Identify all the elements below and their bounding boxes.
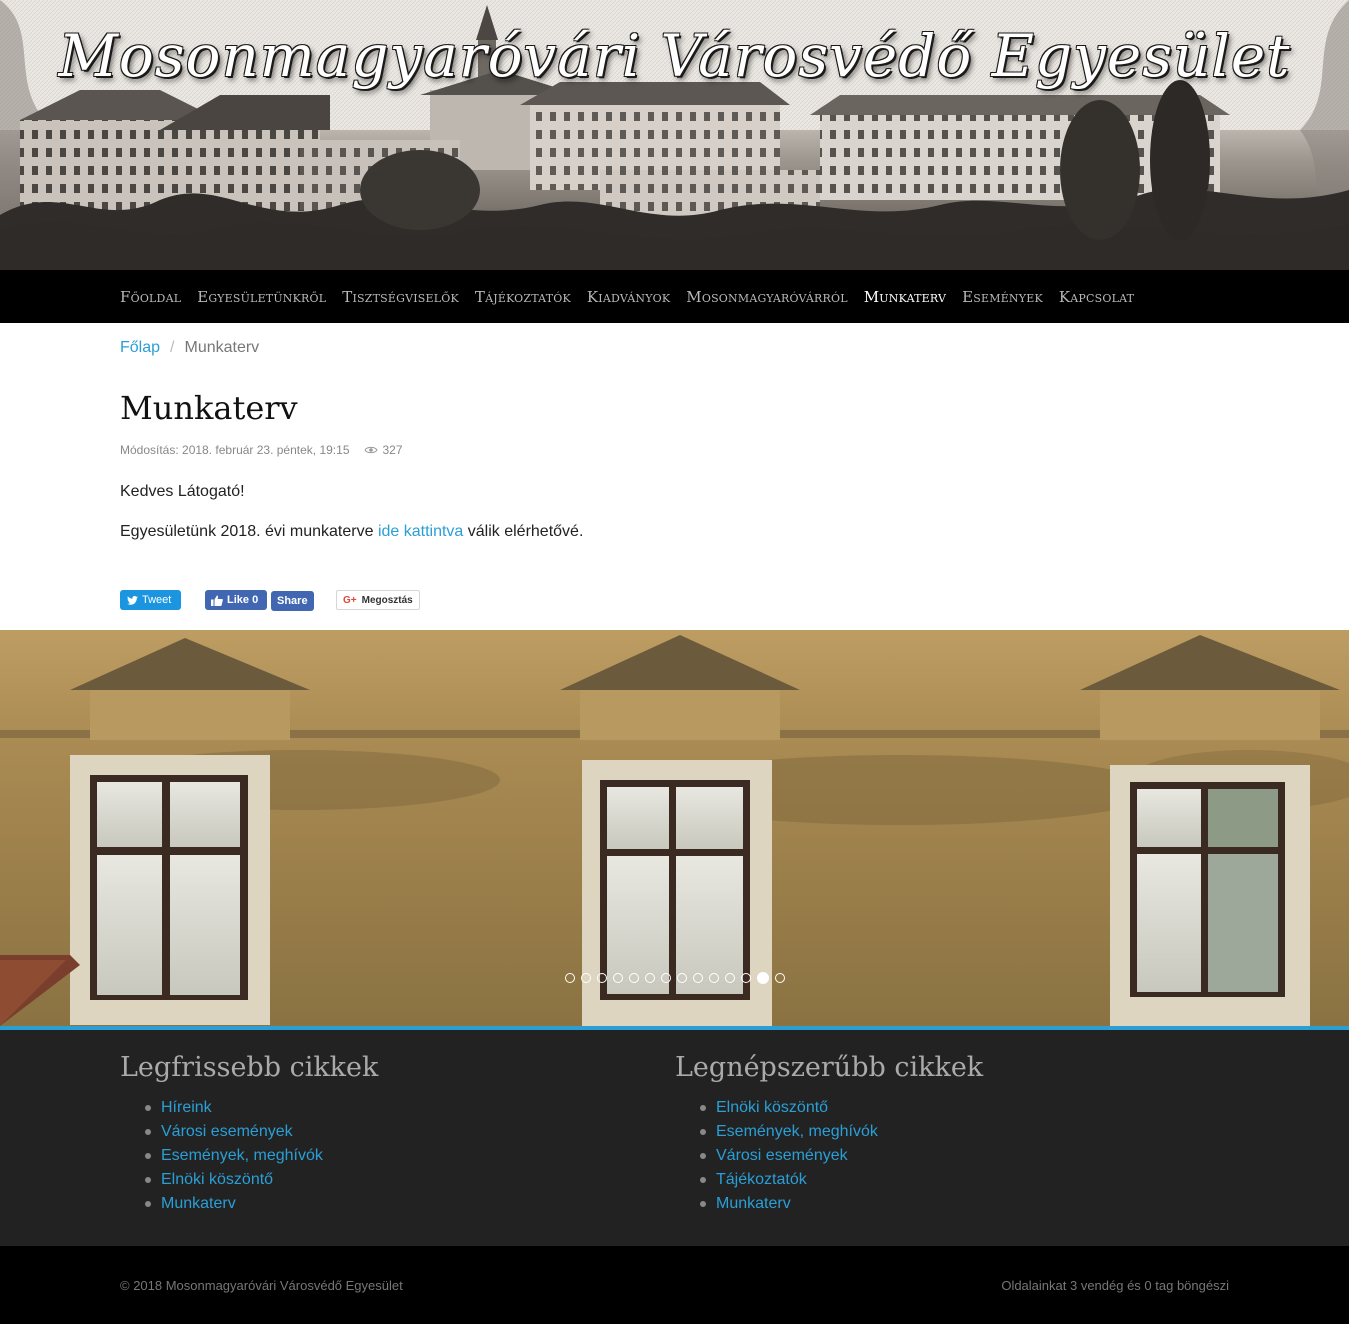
- site-title[interactable]: Mosonmagyaróvári Városvédő Egyesület: [0, 22, 1349, 90]
- bullet-icon: [145, 1177, 151, 1183]
- carousel-indicator-dot[interactable]: [741, 973, 751, 983]
- popular-article-link[interactable]: Városi események: [716, 1147, 848, 1165]
- bullet-icon: [700, 1105, 706, 1111]
- carousel-indicator-dot[interactable]: [757, 972, 769, 984]
- list-item: Elnöki köszöntő: [700, 1096, 1230, 1120]
- popular-articles-widget: Legnépszerűbb cikkek Elnöki köszöntő Ese…: [675, 1030, 1230, 1246]
- bullet-icon: [145, 1129, 151, 1135]
- facebook-buttons: Like 0 Share: [205, 590, 314, 611]
- carousel-indicator-dot[interactable]: [645, 973, 655, 983]
- latest-article-link[interactable]: Városi események: [161, 1123, 293, 1141]
- share-buttons: Tweet Like 0 Share G+ Megosztás: [120, 590, 1229, 630]
- article-paragraph: Egyesületünk 2018. évi munkaterve ide ka…: [120, 521, 1229, 543]
- nav-item-fooldal[interactable]: Főoldal: [120, 284, 181, 310]
- list-item: Események, meghívók: [700, 1120, 1230, 1144]
- visitor-count-text: Oldalainkat 3 vendég és 0 tag böngészi: [1001, 1277, 1229, 1293]
- bullet-icon: [145, 1105, 151, 1111]
- image-carousel: [0, 630, 1349, 1026]
- latest-article-link[interactable]: Híreink: [161, 1099, 212, 1117]
- nav-item-tisztsegviselok[interactable]: Tisztségviselők: [342, 284, 459, 310]
- nav-item-tajekoztatok[interactable]: Tájékoztatók: [475, 284, 571, 310]
- fb-like-button[interactable]: Like 0: [205, 590, 267, 610]
- carousel-indicator-dot[interactable]: [597, 973, 607, 983]
- list-item: Városi események: [700, 1144, 1230, 1168]
- popular-article-link[interactable]: Tájékoztatók: [716, 1171, 807, 1189]
- latest-article-link[interactable]: Események, meghívók: [161, 1147, 323, 1165]
- nav-item-kapcsolat[interactable]: Kapcsolat: [1059, 284, 1134, 310]
- list-item: Városi események: [145, 1120, 675, 1144]
- bullet-icon: [145, 1153, 151, 1159]
- bullet-icon: [700, 1153, 706, 1159]
- tweet-label: Tweet: [142, 594, 172, 606]
- breadcrumb-home-link[interactable]: Főlap: [120, 339, 160, 356]
- carousel-indicator-dot[interactable]: [565, 973, 575, 983]
- carousel-indicator-dot[interactable]: [775, 973, 785, 983]
- list-item: Munkaterv: [700, 1192, 1230, 1216]
- breadcrumb: Főlap / Munkaterv: [120, 323, 1229, 373]
- popular-articles-title: Legnépszerűbb cikkek: [675, 1052, 984, 1083]
- list-item: Híreink: [145, 1096, 675, 1120]
- list-item: Események, meghívók: [145, 1144, 675, 1168]
- paragraph-text-before: Egyesületünk 2018. évi munkaterve: [120, 523, 378, 540]
- fb-like-count: 0: [252, 594, 259, 606]
- breadcrumb-current: Munkaterv: [184, 339, 260, 356]
- carousel-indicator-dot[interactable]: [581, 973, 591, 983]
- carousel-indicator-dot[interactable]: [613, 973, 623, 983]
- twitter-bird-icon: [127, 595, 138, 605]
- fb-share-button[interactable]: Share: [271, 591, 314, 611]
- latest-articles-widget: Legfrissebb cikkek Híreink Városi esemén…: [120, 1030, 675, 1246]
- nav-item-kiadvanyok[interactable]: Kiadványok: [587, 284, 670, 310]
- main-content: Főlap / Munkaterv Munkaterv Módosítás: 201…: [0, 323, 1349, 630]
- popular-article-link[interactable]: Események, meghívók: [716, 1123, 878, 1141]
- carousel-slide-image: [0, 630, 1349, 1026]
- latest-article-link[interactable]: Elnöki köszöntő: [161, 1171, 273, 1189]
- google-plus-share-button[interactable]: G+ Megosztás: [336, 590, 420, 610]
- breadcrumb-separator: /: [170, 339, 175, 356]
- carousel-indicator-dot[interactable]: [629, 973, 639, 983]
- nav-item-munkaterv[interactable]: Munkaterv: [864, 284, 946, 310]
- carousel-indicator-dot[interactable]: [709, 973, 719, 983]
- footer-widgets: Legfrissebb cikkek Híreink Városi esemén…: [0, 1030, 1349, 1246]
- bullet-icon: [700, 1129, 706, 1135]
- thumbs-up-icon: [211, 595, 223, 606]
- list-item: Elnöki köszöntő: [145, 1168, 675, 1192]
- view-count: 327: [363, 443, 403, 457]
- eye-icon: [363, 446, 378, 454]
- site-footer: © 2018 Mosonmagyaróvári Városvédő Egyesü…: [0, 1246, 1349, 1324]
- tweet-button[interactable]: Tweet: [120, 590, 181, 610]
- article-meta: Módosítás: 2018. február 23. péntek, 19:…: [120, 443, 1229, 457]
- nav-item-esemenyek[interactable]: Események: [962, 284, 1043, 310]
- latest-article-link[interactable]: Munkaterv: [161, 1195, 236, 1213]
- paragraph-text-after: válik elérhetővé.: [463, 523, 584, 540]
- list-item: Munkaterv: [145, 1192, 675, 1216]
- modified-date: Módosítás: 2018. február 23. péntek, 19:…: [120, 443, 350, 457]
- latest-articles-title: Legfrissebb cikkek: [120, 1052, 379, 1083]
- google-plus-label: Megosztás: [361, 594, 413, 606]
- carousel-indicator-dot[interactable]: [677, 973, 687, 983]
- carousel-indicator-dot[interactable]: [693, 973, 703, 983]
- popular-article-link[interactable]: Munkaterv: [716, 1195, 791, 1213]
- carousel-indicators: [565, 972, 791, 984]
- article-body: Kedves Látogató! Egyesületünk 2018. évi …: [120, 481, 1229, 543]
- main-navigation: Főoldal Egyesületünkről Tisztségviselők …: [0, 270, 1349, 323]
- popular-article-link[interactable]: Elnöki köszöntő: [716, 1099, 828, 1117]
- list-item: Tájékoztatók: [700, 1168, 1230, 1192]
- bullet-icon: [145, 1201, 151, 1207]
- page-title: Munkaterv: [120, 389, 298, 427]
- bullet-icon: [700, 1201, 706, 1207]
- carousel-indicator-dot[interactable]: [725, 973, 735, 983]
- view-count-value: 327: [382, 443, 403, 457]
- copyright-text: © 2018 Mosonmagyaróvári Városvédő Egyesü…: [120, 1277, 403, 1293]
- article-greeting: Kedves Látogató!: [120, 483, 245, 500]
- nav-item-mosonmagyarovarrol[interactable]: Mosonmagyaróvárról: [686, 284, 847, 310]
- fb-like-label: Like: [227, 594, 250, 606]
- bullet-icon: [700, 1177, 706, 1183]
- carousel-indicator-dot[interactable]: [661, 973, 671, 983]
- nav-item-egyesuletunkrol[interactable]: Egyesületünkről: [197, 284, 326, 310]
- google-plus-icon: G+: [343, 594, 357, 606]
- workplan-link[interactable]: ide kattintva: [378, 523, 463, 540]
- header-banner: Mosonmagyaróvári Városvédő Egyesület: [0, 0, 1349, 270]
